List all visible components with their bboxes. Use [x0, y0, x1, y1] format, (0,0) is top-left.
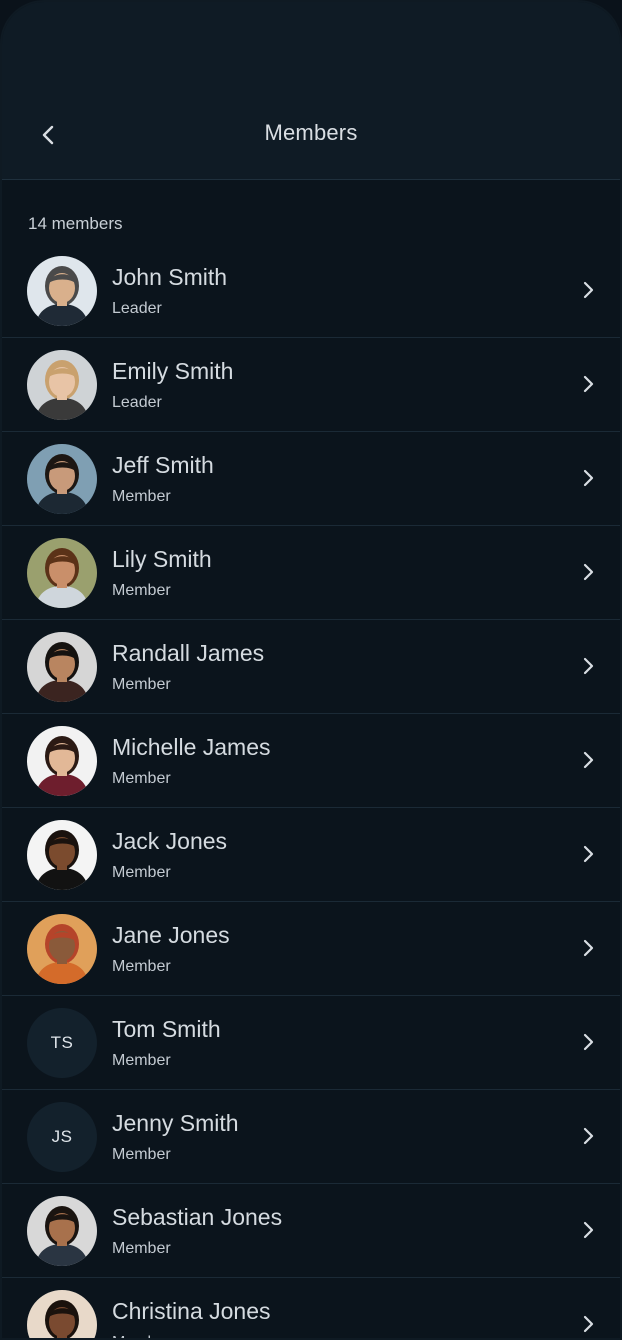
member-count: 14 members — [28, 214, 123, 233]
avatar: TS — [27, 1008, 97, 1078]
avatar-initials: JS — [51, 1127, 73, 1146]
member-row[interactable]: Christina Jones Member — [2, 1278, 620, 1338]
member-row[interactable]: Randall James Member — [2, 620, 620, 714]
chevron-right-icon — [578, 844, 598, 864]
avatar-photo — [27, 350, 97, 420]
chevron-right-icon — [578, 562, 598, 582]
member-row[interactable]: Michelle James Member — [2, 714, 620, 808]
avatar-photo — [27, 1290, 97, 1338]
chevron-right-icon — [578, 656, 598, 676]
member-name: John Smith — [112, 264, 228, 290]
member-name: Michelle James — [112, 734, 271, 760]
avatar — [27, 820, 97, 890]
member-role: Member — [112, 582, 171, 599]
chevron-right-icon — [578, 374, 598, 394]
chevron-right-icon — [578, 750, 598, 770]
avatar-photo — [27, 820, 97, 890]
avatar — [27, 444, 97, 514]
avatar — [27, 538, 97, 608]
member-name: Randall James — [112, 640, 265, 666]
member-name: Sebastian Jones — [112, 1204, 283, 1230]
member-row[interactable]: Jack Jones Member — [2, 808, 620, 902]
chevron-right-icon — [578, 938, 598, 958]
member-row[interactable]: TS Tom Smith Member — [2, 996, 620, 1090]
avatar-photo — [27, 444, 97, 514]
avatar-photo — [27, 538, 97, 608]
avatar-photo — [27, 632, 97, 702]
avatar-initials: TS — [50, 1033, 74, 1052]
member-row[interactable]: Jeff Smith Member — [2, 432, 620, 526]
header: Members — [2, 2, 620, 180]
chevron-right-icon — [578, 1126, 598, 1146]
avatar — [27, 256, 97, 326]
member-row[interactable]: JS Jenny Smith Member — [2, 1090, 620, 1184]
member-name: Christina Jones — [112, 1298, 271, 1324]
member-name: Jenny Smith — [112, 1110, 239, 1136]
member-row[interactable]: John Smith Leader — [2, 244, 620, 338]
member-role: Leader — [112, 300, 162, 317]
member-name: Jack Jones — [112, 828, 228, 854]
avatar-photo — [27, 726, 97, 796]
member-name: Jane Jones — [112, 922, 230, 948]
member-role: Member — [112, 1052, 171, 1069]
avatar — [27, 914, 97, 984]
avatar: JS — [27, 1102, 97, 1172]
avatar-photo — [27, 914, 97, 984]
member-role: Member — [112, 1240, 171, 1257]
chevron-right-icon — [578, 468, 598, 488]
member-row[interactable]: Jane Jones Member — [2, 902, 620, 996]
member-role: Member — [112, 1146, 171, 1163]
member-row[interactable]: Emily Smith Leader — [2, 338, 620, 432]
member-role: Leader — [112, 394, 162, 411]
member-role: Member — [112, 676, 171, 693]
avatar — [27, 726, 97, 796]
member-name: Emily Smith — [112, 358, 234, 384]
member-name: Tom Smith — [112, 1016, 221, 1042]
member-name: Jeff Smith — [112, 452, 214, 478]
member-role: Member — [112, 864, 171, 881]
member-role: Member — [112, 1334, 171, 1338]
member-list: John Smith Leader Emily Smith Leader Jeff Sm… — [2, 244, 620, 1338]
chevron-right-icon — [578, 1220, 598, 1240]
avatar — [27, 1290, 97, 1338]
member-role: Member — [112, 488, 171, 505]
member-row[interactable]: Lily Smith Member — [2, 526, 620, 620]
avatar-photo — [27, 256, 97, 326]
screen: Members 14 members John Smith Leader Emily… — [0, 0, 622, 1340]
page-title: Members — [264, 120, 358, 145]
avatar — [27, 350, 97, 420]
chevron-right-icon — [578, 280, 598, 300]
chevron-right-icon — [578, 1032, 598, 1052]
member-role: Member — [112, 958, 171, 975]
avatar — [27, 632, 97, 702]
member-role: Member — [112, 770, 171, 787]
member-row[interactable]: Sebastian Jones Member — [2, 1184, 620, 1278]
avatar — [27, 1196, 97, 1266]
avatar-photo — [27, 1196, 97, 1266]
chevron-right-icon — [578, 1314, 598, 1334]
member-name: Lily Smith — [112, 546, 212, 572]
